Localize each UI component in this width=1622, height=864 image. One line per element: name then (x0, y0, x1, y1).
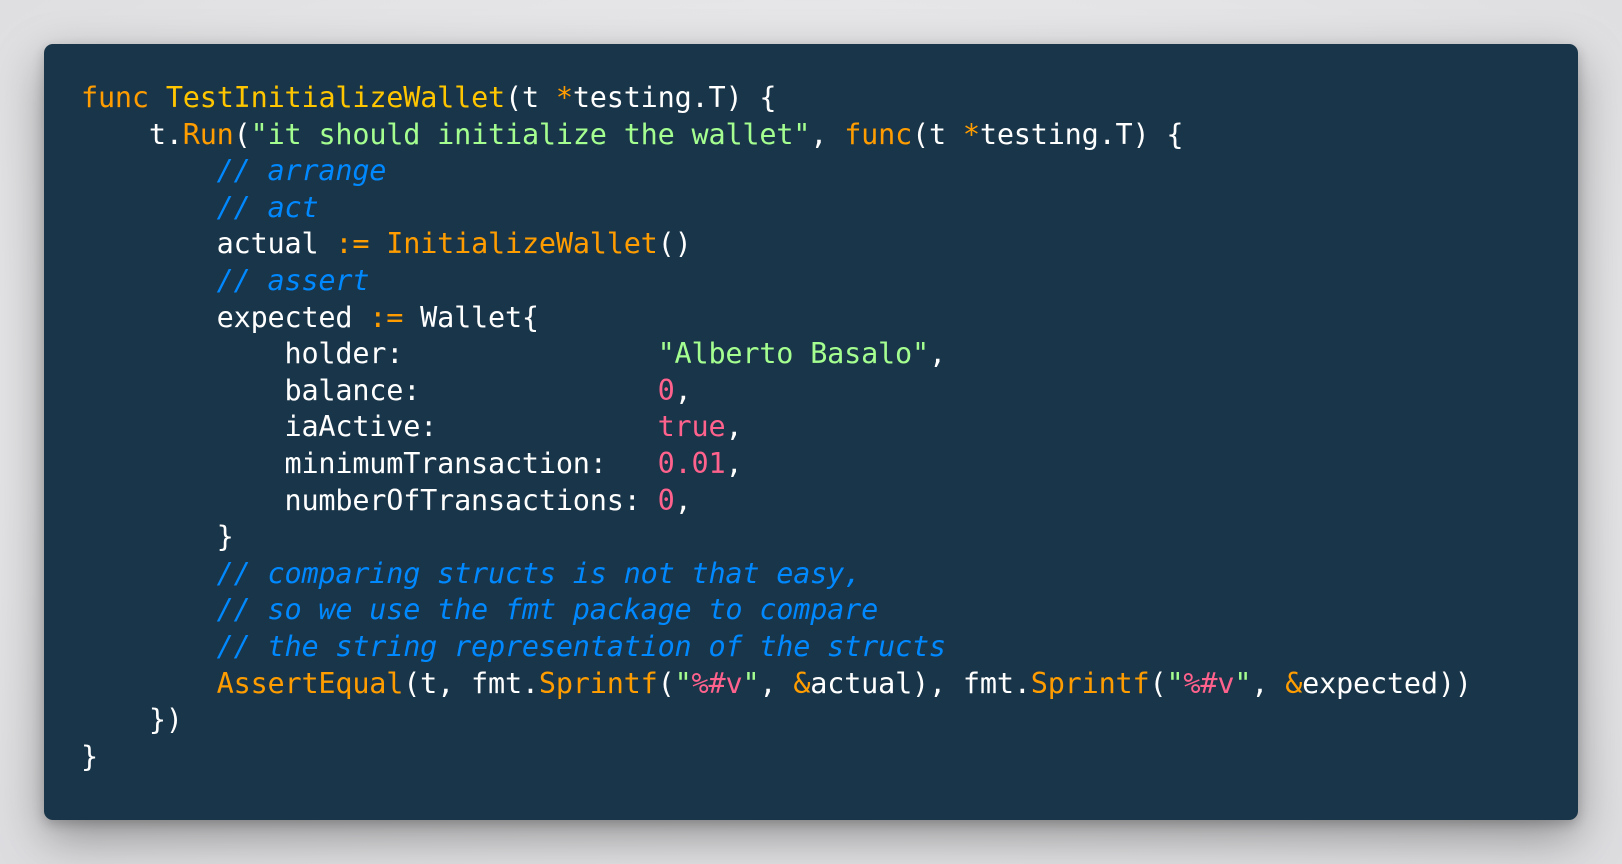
code-line: balance: 0, (81, 373, 1472, 410)
keyword-token: func (844, 117, 913, 151)
literal-token: 0 (657, 483, 675, 517)
code-text: holder: (81, 337, 658, 371)
code-text: t. (81, 117, 183, 151)
code-text: expected (81, 300, 370, 334)
code-text: actual (81, 227, 336, 261)
code-text: , (1251, 666, 1286, 700)
string-token: " (1234, 666, 1252, 700)
comment-token: // assert (216, 263, 370, 297)
operator-token: & (793, 666, 811, 700)
operator-token: & (1285, 666, 1303, 700)
string-token: " (674, 666, 692, 700)
code-line: expected := Wallet{ (81, 300, 1472, 337)
comment-token: // arrange (216, 154, 387, 188)
comment-token: // so we use the fmt package to compare (216, 593, 879, 627)
operator-token: := (335, 227, 370, 261)
function-call-token: InitializeWallet (386, 227, 658, 261)
code-text: () (657, 227, 692, 261)
code-text: actual), fmt. (810, 666, 1031, 700)
code-text: testing.T) { (979, 117, 1184, 151)
code-text: } (81, 520, 234, 554)
code-line: // so we use the fmt package to compare (81, 592, 1472, 629)
code-line: } (81, 739, 1472, 776)
code-text: ( (1149, 666, 1167, 700)
code-text: , (725, 446, 743, 480)
code-text: , (810, 117, 845, 151)
code-window: func TestInitializeWallet(t *testing.T) … (44, 44, 1578, 820)
code-text: ( (233, 117, 251, 151)
literal-token: %#v (1183, 666, 1235, 700)
function-call-token: Sprintf (1030, 666, 1150, 700)
code-text: (t (912, 117, 963, 151)
code-line: numberOfTransactions: 0, (81, 483, 1472, 520)
comment-token: // comparing structs is not that easy, (216, 556, 862, 590)
literal-token: %#v (691, 666, 743, 700)
code-text: , (725, 410, 743, 444)
code-line: // the string representation of the stru… (81, 629, 1472, 666)
operator-token: * (555, 81, 573, 114)
code-text: balance: (81, 373, 658, 407)
code-text: (t, fmt. (403, 666, 539, 700)
code-line: holder: "Alberto Basalo", (81, 336, 1472, 373)
code-text: Wallet{ (403, 300, 539, 334)
code-line: // assert (81, 263, 1472, 300)
literal-token: true (657, 410, 726, 444)
operator-token: * (962, 117, 980, 151)
operator-token: := (369, 300, 404, 334)
code-block: func TestInitializeWallet(t *testing.T) … (81, 80, 1472, 775)
string-token: " (742, 666, 760, 700)
code-line: minimumTransaction: 0.01, (81, 446, 1472, 483)
function-call-token: Sprintf (538, 666, 658, 700)
code-line: t.Run("it should initialize the wallet",… (81, 117, 1472, 154)
code-text: , (674, 483, 692, 517)
function-call-token: AssertEqual (216, 666, 404, 700)
code-line: iaActive: true, (81, 409, 1472, 446)
string-token: "it should initialize the wallet" (250, 117, 811, 151)
literal-token: 0.01 (657, 446, 726, 480)
code-text: numberOfTransactions: (81, 483, 658, 517)
code-line: actual := InitializeWallet() (81, 226, 1472, 263)
code-text: testing.T) { (572, 81, 777, 114)
code-text: }) (81, 703, 183, 737)
code-text: , (759, 666, 794, 700)
string-token: "Alberto Basalo" (657, 337, 930, 371)
code-text: (t (504, 81, 556, 114)
comment-token: // act (216, 190, 319, 224)
code-line: AssertEqual(t, fmt.Sprintf("%#v", &actua… (81, 666, 1472, 703)
string-token: " (1166, 666, 1184, 700)
code-text: , (674, 373, 692, 407)
function-call-token: Run (182, 117, 234, 151)
code-line: // comparing structs is not that easy, (81, 556, 1472, 593)
keyword-token: func (81, 81, 149, 114)
code-text: } (81, 739, 98, 773)
code-text: expected)) (1302, 666, 1472, 700)
code-text: , (928, 337, 946, 371)
code-line: // arrange (81, 153, 1472, 190)
code-text: ( (657, 666, 675, 700)
code-line: func TestInitializeWallet(t *testing.T) … (81, 80, 1472, 117)
code-text: minimumTransaction: (81, 446, 658, 480)
function-name-token: TestInitializeWallet (165, 81, 505, 114)
screenshot-background: func TestInitializeWallet(t *testing.T) … (0, 0, 1622, 864)
code-line: }) (81, 702, 1472, 739)
comment-token: // the string representation of the stru… (216, 629, 946, 663)
code-line: } (81, 519, 1472, 556)
literal-token: 0 (657, 373, 675, 407)
code-line: // act (81, 190, 1472, 227)
code-text: iaActive: (81, 410, 658, 444)
